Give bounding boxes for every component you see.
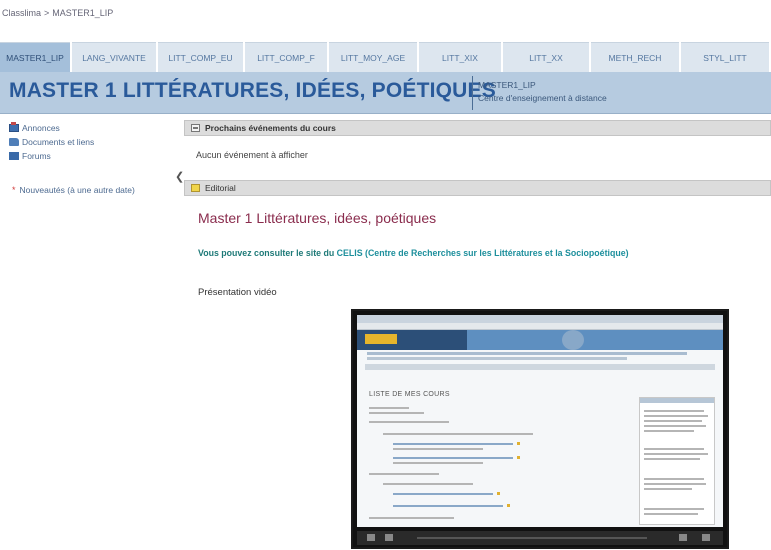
collapse-sidebar-icon[interactable]: ❮	[175, 170, 184, 183]
events-section-header[interactable]: Prochains événements du cours	[184, 120, 771, 136]
video-text-line	[644, 425, 706, 427]
video-text-line	[393, 493, 493, 495]
video-dot	[517, 456, 520, 459]
tab-lang-vivante[interactable]: LANG_VIVANTE	[72, 42, 156, 72]
video-text-line	[393, 505, 503, 507]
video-site-sidebar	[639, 397, 715, 525]
editorial-section-header[interactable]: Editorial	[184, 180, 771, 196]
video-site-sidebar-head	[640, 398, 714, 403]
video-browser-titlebar	[357, 315, 723, 323]
video-text-line	[644, 410, 704, 412]
breadcrumb-current[interactable]: MASTER1_LIP	[52, 8, 113, 18]
main-content: Prochains événements du cours Aucun évén…	[184, 120, 771, 550]
video-text-line	[383, 483, 473, 485]
video-text-line	[369, 517, 454, 519]
video-dot	[507, 504, 510, 507]
video-text-line	[644, 420, 702, 422]
sidebar-item-label: Documents et liens	[22, 136, 95, 147]
play-button[interactable]	[367, 534, 375, 541]
video-controls	[357, 531, 723, 545]
video-site-links	[367, 352, 687, 355]
video-site-logo	[365, 334, 397, 344]
course-subtitle: Centre d'enseignement à distance	[478, 93, 607, 103]
editorial-title: Master 1 Littératures, idées, poétiques	[198, 210, 437, 226]
video-text-line	[393, 443, 513, 445]
breadcrumb-root[interactable]: Classlima	[2, 8, 41, 18]
video-text-line	[644, 458, 700, 460]
video-dot	[517, 442, 520, 445]
sidebar-item-label: Forums	[22, 150, 51, 161]
events-heading: Prochains événements du cours	[205, 123, 336, 133]
video-text-line	[393, 457, 513, 459]
forum-icon	[9, 151, 19, 160]
video-screen-title: LISTE DE MES COURS	[369, 391, 450, 398]
course-title: MASTER 1 LITTÉRATURES, IDÉES, POÉTIQUES	[9, 79, 496, 102]
video-text-line	[383, 433, 533, 435]
announcement-icon	[9, 121, 19, 132]
video-text-line	[644, 483, 706, 485]
course-code: MASTER1_LIP	[478, 80, 536, 90]
video-player[interactable]: LISTE DE MES COURS	[351, 309, 729, 549]
video-text-line	[644, 478, 704, 480]
video-text-line	[644, 488, 692, 490]
video-text-line	[369, 473, 439, 475]
video-text-line	[393, 448, 483, 450]
events-empty-text: Aucun événement à afficher	[196, 150, 308, 160]
volume-button[interactable]	[385, 534, 393, 541]
video-progress-bar[interactable]	[417, 537, 647, 539]
sidebar-news-label: Nouveautés (à une autre date)	[19, 185, 135, 195]
video-site-globe-icon	[562, 330, 584, 350]
folder-icon	[9, 137, 19, 146]
editorial-heading: Editorial	[205, 183, 236, 193]
video-text-line	[393, 462, 483, 464]
tab-litt-comp-eu[interactable]: LITT_COMP_EU	[158, 42, 243, 72]
video-dot	[497, 492, 500, 495]
sidebar: Annonces Documents et liens Forums * Nou…	[0, 116, 180, 550]
minimize-icon[interactable]	[191, 124, 200, 132]
video-site-links-2	[367, 357, 627, 360]
video-site-section-head	[365, 364, 715, 370]
video-screen[interactable]: LISTE DE MES COURS	[357, 315, 723, 527]
video-text-line	[644, 453, 708, 455]
tab-litt-moy-age[interactable]: LITT_MOY_AGE	[329, 42, 417, 72]
celis-prefix: Vous pouvez consulter le site du	[198, 248, 337, 258]
tab-meth-rech[interactable]: METH_RECH	[591, 42, 679, 72]
sidebar-news-link[interactable]: * Nouveautés (à une autre date)	[12, 185, 180, 195]
tab-litt-xix[interactable]: LITT_XIX	[419, 42, 501, 72]
sidebar-item-documents[interactable]: Documents et liens	[9, 136, 180, 147]
tab-styl-litt[interactable]: STYL_LITT	[681, 42, 769, 72]
course-banner: MASTER 1 LITTÉRATURES, IDÉES, POÉTIQUES …	[0, 72, 771, 114]
breadcrumb-separator: >	[44, 8, 50, 18]
course-meta: MASTER1_LIP Centre d'enseignement à dist…	[472, 76, 607, 110]
settings-button[interactable]	[679, 534, 687, 541]
asterisk-icon: *	[12, 185, 16, 195]
video-browser-toolbar	[357, 323, 723, 330]
fullscreen-button[interactable]	[702, 534, 710, 541]
video-text-line	[644, 415, 708, 417]
video-text-line	[369, 407, 409, 409]
tab-litt-xx[interactable]: LITT_XX	[503, 42, 589, 72]
edit-icon	[191, 184, 200, 192]
video-text-line	[644, 448, 704, 450]
course-tabs: MASTER1_LIP LANG_VIVANTE LITT_COMP_EU LI…	[0, 42, 771, 72]
video-text-line	[644, 513, 698, 515]
sidebar-item-forums[interactable]: Forums	[9, 150, 180, 161]
video-label: Présentation vidéo	[198, 287, 277, 298]
video-text-line	[644, 508, 704, 510]
celis-link[interactable]: CELIS (Centre de Recherches sur les Litt…	[337, 248, 629, 258]
tab-master1-lip[interactable]: MASTER1_LIP	[0, 42, 70, 72]
video-text-line	[369, 421, 449, 423]
sidebar-item-annonces[interactable]: Annonces	[9, 121, 180, 133]
celis-text: Vous pouvez consulter le site du CELIS (…	[198, 248, 629, 258]
sidebar-item-label: Annonces	[22, 122, 60, 133]
video-text-line	[369, 412, 424, 414]
tab-litt-comp-f[interactable]: LITT_COMP_F	[245, 42, 327, 72]
breadcrumb: Classlima > MASTER1_LIP	[2, 8, 113, 18]
video-text-line	[644, 430, 694, 432]
